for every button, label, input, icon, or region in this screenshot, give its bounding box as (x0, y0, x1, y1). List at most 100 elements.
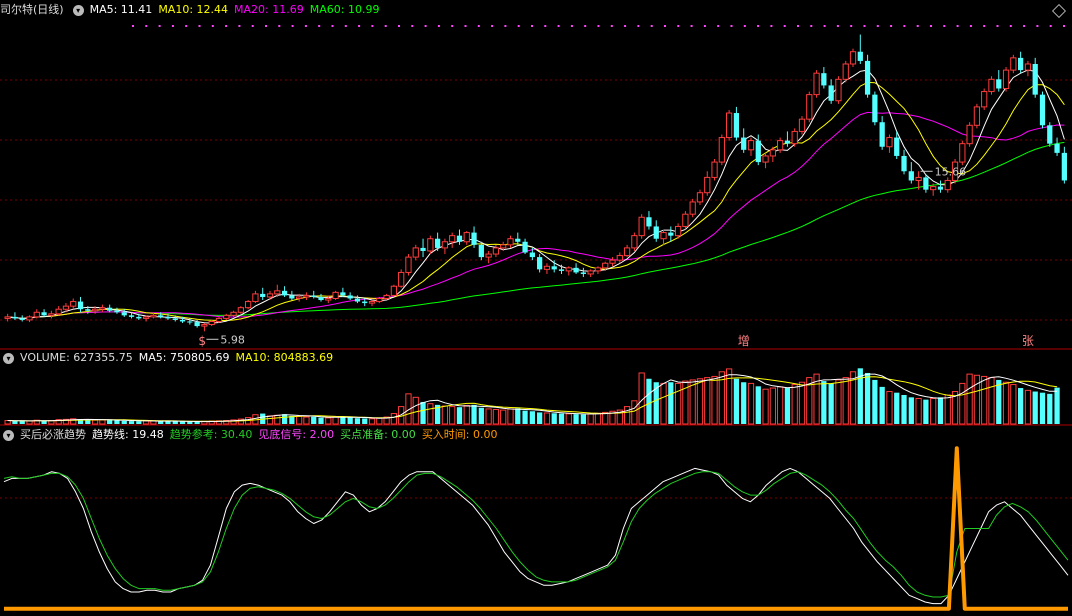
volume-bar-up (747, 382, 755, 425)
candle-body-up (500, 244, 507, 249)
volume-bar-down (923, 399, 929, 424)
volume-bar-up (594, 412, 602, 425)
candle-body-up (718, 137, 725, 163)
candle-body-down (1061, 152, 1067, 181)
dotted-marker (198, 25, 201, 27)
candle-body-down (558, 269, 565, 271)
volume-bar-up (791, 384, 798, 425)
volume-bar-down (354, 418, 361, 424)
candle-body-up (99, 307, 106, 310)
dotted-marker (331, 25, 334, 27)
volume-bar-down (194, 421, 200, 424)
volume-bar-up (427, 403, 434, 425)
candle-body-up (383, 294, 390, 299)
volume-bar-down (668, 382, 674, 424)
candle-body-up (390, 285, 398, 296)
dotted-marker (797, 25, 799, 27)
candle-body-down (12, 316, 18, 319)
volume-bar-down (741, 382, 747, 424)
dotted-marker (398, 25, 400, 27)
volume-bar-down (311, 416, 317, 424)
candle-body-up (441, 241, 449, 249)
chevron-down-icon[interactable]: ▾ (3, 429, 14, 441)
volume-bar-up (26, 420, 33, 425)
volume-bar-down (19, 421, 25, 424)
candle-body-up (4, 316, 11, 319)
dotted-marker (956, 25, 959, 27)
volume-bar-up (631, 400, 638, 425)
dotted-marker (916, 25, 919, 27)
dotted-marker (265, 25, 267, 27)
volume-bar-down (471, 404, 477, 424)
dotted-marker (1023, 25, 1026, 27)
volume-bar-down (646, 378, 652, 424)
volume-bar-down (114, 420, 120, 424)
candle-body-down (172, 318, 178, 320)
dotted-marker (132, 25, 134, 27)
dotted-marker (823, 25, 826, 27)
volume-bar-up (274, 414, 281, 425)
candle-body-up (944, 179, 951, 191)
candle-body-up (981, 91, 988, 108)
volume-bar-down (362, 418, 368, 424)
candle-body-up (791, 130, 798, 145)
dotted-marker (304, 25, 307, 27)
dotted-marker (783, 25, 786, 27)
candle-body-down (580, 272, 586, 274)
dotted-marker (251, 25, 254, 27)
dotted-marker (291, 25, 294, 27)
candle-body-down (537, 257, 543, 270)
dotted-marker (158, 25, 161, 27)
candle-body-down (741, 137, 747, 150)
dotted-marker (371, 25, 374, 27)
volume-bar-up (689, 379, 696, 425)
candle-body-down (362, 301, 368, 304)
dotted-marker (703, 25, 706, 27)
dotted-marker (743, 25, 746, 27)
volume-bar-down (85, 419, 91, 424)
candle-body-down (515, 238, 521, 242)
candle-body-down (456, 235, 463, 242)
candle-body-down (1032, 63, 1038, 95)
candle-body-up (631, 235, 638, 249)
dotted-marker (278, 25, 281, 27)
volume-header: ▾ VOLUME: 627355.75 MA5: 750805.69 MA10: 80… (0, 350, 339, 366)
volume-bar-up (623, 406, 631, 425)
candle-body-up (62, 305, 70, 310)
candle-body-up (696, 192, 704, 203)
candle-body-down (879, 122, 885, 147)
candle-body-down (733, 113, 740, 138)
candle-body-up (725, 112, 733, 139)
volume-bar-up (543, 412, 551, 425)
candle-body-down (471, 232, 477, 245)
candle-body-up (704, 176, 711, 194)
candle-body-up (449, 235, 456, 243)
candle-body-up (915, 176, 922, 181)
candle-body-up (609, 259, 616, 264)
volume-bar-down (901, 395, 907, 424)
chevron-down-icon[interactable]: ▾ (3, 352, 14, 364)
volume-bar-down (318, 417, 324, 424)
volume-bar-down (755, 386, 761, 424)
candle-body-down (114, 310, 120, 313)
period-label: (日线) (33, 3, 64, 16)
volume-bar-up (142, 420, 150, 425)
volume-bar-up (704, 377, 711, 425)
volume-bar-down (821, 381, 827, 424)
candle-body-down (864, 60, 871, 95)
volume-bar-up (711, 375, 718, 425)
volume-bar-down (937, 397, 944, 424)
volume-bar-down (733, 378, 740, 424)
dotted-marker (491, 25, 494, 27)
chevron-down-icon[interactable]: ▾ (72, 4, 84, 16)
candle-body-up (70, 301, 77, 307)
candle-body-up (201, 324, 208, 327)
candle-body-down (872, 94, 878, 123)
candle-body-up (747, 140, 755, 151)
candle-body-down (646, 217, 652, 227)
candle-body-up (616, 255, 623, 261)
volume-bar-down (1032, 391, 1038, 424)
candle-body-up (543, 265, 551, 270)
candle-body-up (623, 247, 631, 257)
volume-bar-down (522, 410, 528, 424)
